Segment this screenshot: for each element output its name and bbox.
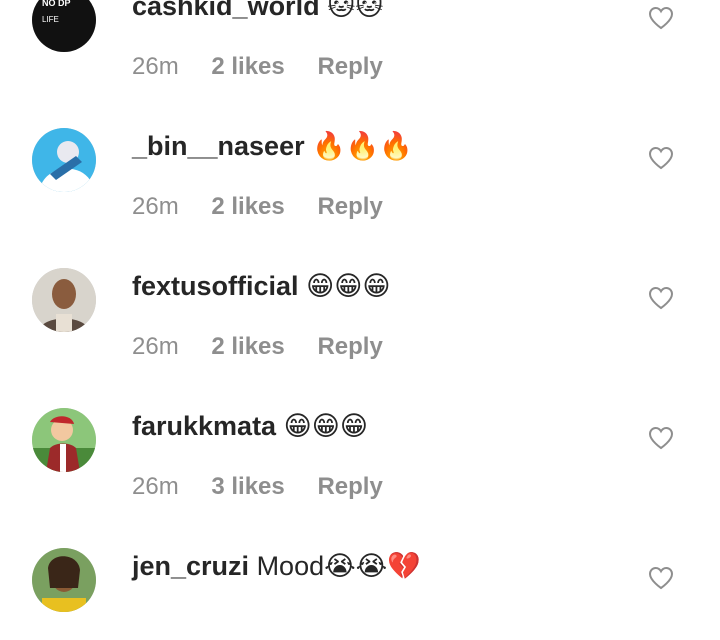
comment-meta: 26m 3 likes Reply xyxy=(132,472,409,502)
avatar-image xyxy=(32,268,96,332)
reply-button[interactable]: Reply xyxy=(317,473,382,500)
comment-username[interactable]: jen_cruzi xyxy=(132,551,249,581)
comment-line: fextusofficial 😁😁😁 xyxy=(132,270,391,302)
comment-time: 26m xyxy=(132,473,179,500)
comment-text: 🐱🐱 xyxy=(327,0,384,21)
comment-line: _bin__naseer 🔥🔥🔥 xyxy=(132,130,413,162)
comment-text: 🔥🔥🔥 xyxy=(312,131,413,161)
comment-text: 😁😁😁 xyxy=(283,411,369,441)
comment-time: 26m xyxy=(132,333,179,360)
comment-time: 26m xyxy=(132,193,179,220)
reply-button[interactable]: Reply xyxy=(317,53,382,80)
comment-item: farukkmata 😁😁😁 26m 3 likes Reply xyxy=(0,360,720,500)
heart-icon[interactable] xyxy=(648,146,674,170)
avatar[interactable] xyxy=(32,128,96,192)
comment-meta: 26m 2 likes Reply xyxy=(132,52,409,82)
comment-username[interactable]: fextusofficial xyxy=(132,271,299,301)
comment-item: fextusofficial 😁😁😁 26m 2 likes Reply xyxy=(0,220,720,360)
heart-icon[interactable] xyxy=(648,6,674,30)
comment-username[interactable]: _bin__naseer xyxy=(132,131,305,161)
comment-item: NO DP LIFE cashkid_world 🐱🐱 26m 2 likes … xyxy=(0,0,720,80)
avatar-image: NO DP LIFE xyxy=(32,0,96,52)
comment-text: Mood😭😭💔 xyxy=(256,551,421,581)
avatar[interactable] xyxy=(32,408,96,472)
likes-count[interactable]: 2 likes xyxy=(211,193,284,220)
comment-time: 26m xyxy=(132,53,179,80)
comment-item: jen_cruzi Mood😭😭💔 xyxy=(0,500,720,640)
comment-username[interactable]: cashkid_world xyxy=(132,0,320,21)
avatar[interactable] xyxy=(32,548,96,612)
avatar[interactable]: NO DP LIFE xyxy=(32,0,96,52)
reply-button[interactable]: Reply xyxy=(317,333,382,360)
reply-button[interactable]: Reply xyxy=(317,193,382,220)
avatar-image xyxy=(32,548,96,612)
heart-icon[interactable] xyxy=(648,286,674,310)
comment-line: farukkmata 😁😁😁 xyxy=(132,410,368,442)
likes-count[interactable]: 2 likes xyxy=(211,333,284,360)
avatar-logo-text: NO DP xyxy=(42,0,71,8)
heart-icon[interactable] xyxy=(648,566,674,590)
likes-count[interactable]: 3 likes xyxy=(211,473,284,500)
comment-line: cashkid_world 🐱🐱 xyxy=(132,0,383,22)
comment-text: 😁😁😁 xyxy=(306,271,391,301)
likes-count[interactable]: 2 likes xyxy=(211,53,284,80)
avatar[interactable] xyxy=(32,268,96,332)
avatar-image xyxy=(32,408,96,472)
comment-username[interactable]: farukkmata xyxy=(132,411,276,441)
comment-meta: 26m 2 likes Reply xyxy=(132,332,409,362)
comment-line: jen_cruzi Mood😭😭💔 xyxy=(132,550,421,582)
comment-meta: 26m 2 likes Reply xyxy=(132,192,409,222)
avatar-logo-text: LIFE xyxy=(42,15,59,24)
heart-icon[interactable] xyxy=(648,426,674,450)
avatar-image xyxy=(32,128,96,192)
comment-item: _bin__naseer 🔥🔥🔥 26m 2 likes Reply xyxy=(0,80,720,220)
